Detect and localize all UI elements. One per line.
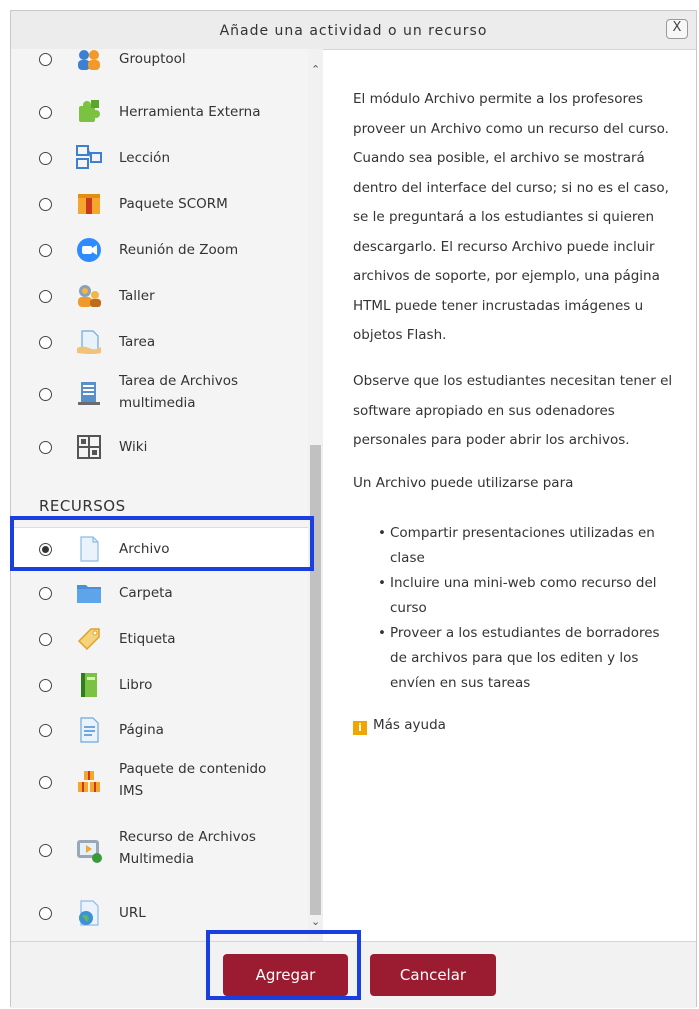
label-carpeta: Carpeta bbox=[119, 585, 173, 601]
list-item-leccion[interactable]: Lección bbox=[11, 136, 308, 180]
bullet-item: Incluire una mini-web como recurso del c… bbox=[378, 571, 678, 621]
label-taller: Taller bbox=[119, 288, 155, 304]
list-item-paquete-ims[interactable]: Paquete de contenido IMS bbox=[11, 754, 308, 810]
description-bullet-list: Compartir presentaciones utilizadas en c… bbox=[378, 521, 678, 696]
label-etiqueta: Etiqueta bbox=[119, 631, 176, 647]
label-tarea-multimedia: Tarea de Archivos multimedia bbox=[119, 373, 239, 411]
module-list[interactable]: Grouptool Herramienta Externa Lección Pa… bbox=[11, 49, 323, 941]
list-item-carpeta[interactable]: Carpeta bbox=[11, 571, 308, 615]
assignment-icon bbox=[77, 330, 101, 354]
label-wiki: Wiki bbox=[119, 439, 148, 455]
selection-highlight-outline bbox=[10, 516, 314, 571]
radio-carpeta[interactable] bbox=[39, 587, 52, 600]
list-item-paquete-scorm[interactable]: Paquete SCORM bbox=[11, 182, 308, 226]
media-resource-icon bbox=[77, 840, 102, 863]
list-item-taller[interactable]: Taller bbox=[11, 274, 308, 318]
resources-heading: RECURSOS bbox=[39, 497, 126, 515]
radio-wiki[interactable] bbox=[39, 441, 52, 454]
label-reunion-zoom: Reunión de Zoom bbox=[119, 242, 239, 258]
more-help-link[interactable]: i Más ayuda bbox=[353, 717, 446, 735]
radio-libro[interactable] bbox=[39, 679, 52, 692]
radio-tarea-multimedia[interactable] bbox=[39, 388, 52, 401]
close-button[interactable]: X bbox=[666, 19, 688, 39]
list-item-etiqueta[interactable]: Etiqueta bbox=[11, 617, 308, 661]
workshop-icon bbox=[78, 285, 101, 307]
list-item-tarea[interactable]: Tarea bbox=[11, 320, 308, 364]
grouptool-icon bbox=[78, 50, 100, 70]
radio-url[interactable] bbox=[39, 907, 52, 920]
radio-etiqueta[interactable] bbox=[39, 633, 52, 646]
dialog-titlebar: Añade una actividad o un recurso X bbox=[11, 11, 696, 50]
scroll-down-arrow-icon[interactable]: ⌄ bbox=[311, 915, 320, 928]
radio-taller[interactable] bbox=[39, 290, 52, 303]
label-tarea: Tarea bbox=[119, 334, 156, 350]
zoom-icon bbox=[77, 238, 101, 262]
list-item-libro[interactable]: Libro bbox=[11, 663, 308, 707]
list-item-url[interactable]: URL bbox=[11, 891, 308, 935]
label-pagina: Página bbox=[119, 722, 164, 738]
label-recurso-multimedia: Recurso de Archivos Multimedia bbox=[119, 829, 256, 867]
label-url: URL bbox=[119, 905, 146, 921]
list-item-tarea-multimedia[interactable]: Tarea de Archivos multimedia bbox=[11, 366, 308, 422]
info-icon: i bbox=[353, 721, 367, 735]
label-grouptool: Grouptool bbox=[119, 51, 186, 67]
description-paragraph-3: Un Archivo puede utilizarse para bbox=[353, 475, 574, 491]
label-paquete-ims: Paquete de contenido IMS bbox=[119, 761, 267, 799]
list-item-pagina[interactable]: Página bbox=[11, 708, 308, 752]
description-paragraph-2: Observe que los estudiantes necesitan te… bbox=[353, 373, 673, 448]
radio-leccion[interactable] bbox=[39, 152, 52, 165]
page-icon bbox=[80, 717, 99, 743]
label-herramienta-externa: Herramienta Externa bbox=[119, 104, 261, 120]
label-libro: Libro bbox=[119, 677, 153, 693]
bullet-item: Proveer a los estudiantes de borradores … bbox=[378, 621, 678, 696]
puzzle-icon bbox=[79, 100, 100, 122]
radio-reunion-zoom[interactable] bbox=[39, 244, 52, 257]
wiki-icon bbox=[77, 435, 101, 459]
folder-icon bbox=[77, 585, 101, 603]
radio-pagina[interactable] bbox=[39, 724, 52, 737]
list-item-grouptool[interactable]: Grouptool bbox=[11, 49, 308, 81]
description-paragraph-1: El módulo Archivo permite a los profesor… bbox=[353, 91, 669, 343]
label-icon bbox=[77, 628, 100, 651]
radio-recurso-multimedia[interactable] bbox=[39, 844, 52, 857]
label-paquete-scorm: Paquete SCORM bbox=[119, 196, 228, 212]
list-item-reunion-zoom[interactable]: Reunión de Zoom bbox=[11, 228, 308, 272]
cancel-button[interactable]: Cancelar bbox=[370, 954, 496, 996]
radio-herramienta-externa[interactable] bbox=[39, 106, 52, 119]
url-globe-icon bbox=[79, 900, 99, 926]
book-icon bbox=[81, 673, 97, 697]
add-activity-dialog: Añade una actividad o un recurso X Group… bbox=[10, 10, 698, 1008]
bullet-item: Compartir presentaciones utilizadas en c… bbox=[378, 521, 678, 571]
list-item-recurso-multimedia[interactable]: Recurso de Archivos Multimedia bbox=[11, 822, 308, 878]
radio-paquete-ims[interactable] bbox=[39, 776, 52, 789]
more-help-label[interactable]: Más ayuda bbox=[373, 717, 446, 733]
radio-tarea[interactable] bbox=[39, 336, 52, 349]
list-item-herramienta-externa[interactable]: Herramienta Externa bbox=[11, 90, 308, 134]
lesson-icon bbox=[76, 145, 102, 169]
media-assignment-icon bbox=[78, 382, 100, 405]
list-item-wiki[interactable]: Wiki bbox=[11, 425, 308, 469]
radio-paquete-scorm[interactable] bbox=[39, 198, 52, 211]
dialog-title: Añade una actividad o un recurso bbox=[219, 23, 488, 39]
scroll-up-arrow-icon[interactable]: ⌃ bbox=[311, 63, 320, 76]
ims-package-icon bbox=[78, 771, 100, 792]
add-button-highlight-outline bbox=[206, 930, 361, 1000]
label-leccion: Lección bbox=[119, 150, 171, 166]
scorm-package-icon bbox=[78, 194, 100, 214]
module-description: El módulo Archivo permite a los profesor… bbox=[323, 49, 698, 941]
radio-grouptool[interactable] bbox=[39, 53, 52, 66]
